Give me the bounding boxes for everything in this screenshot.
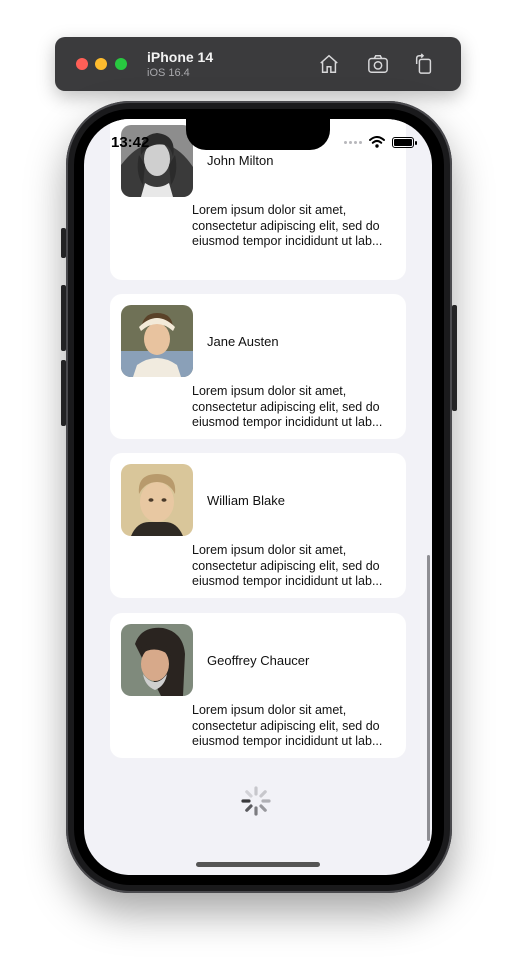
author-description: Lorem ipsum dolor sit amet, consectetur … — [192, 384, 383, 429]
list-item[interactable]: William Blake Lorem ipsum dolor sit amet… — [110, 453, 406, 598]
author-name: Geoffrey Chaucer — [207, 653, 310, 668]
list-item[interactable]: Jane Austen Lorem ipsum dolor sit amet, … — [110, 294, 406, 439]
os-version: iOS 16.4 — [147, 67, 190, 79]
home-button[interactable] — [316, 51, 342, 77]
notch — [186, 119, 330, 150]
status-icons — [344, 136, 417, 148]
rotate-icon — [415, 53, 432, 74]
author-name: Jane Austen — [207, 334, 279, 349]
author-description: Lorem ipsum dolor sit amet, consectetur … — [192, 203, 383, 248]
wifi-icon — [369, 136, 385, 148]
author-name: John Milton — [207, 153, 274, 168]
author-name: William Blake — [207, 493, 286, 508]
device-name: iPhone 14 — [147, 49, 214, 65]
scrollbar[interactable] — [427, 555, 430, 841]
power-button — [452, 305, 457, 411]
status-time: 13:42 — [111, 134, 150, 151]
list-item[interactable]: Geoffrey Chaucer Lorem ipsum dolor sit a… — [110, 613, 406, 758]
minimize-window-button[interactable] — [95, 58, 107, 70]
author-description: Lorem ipsum dolor sit amet, consectetur … — [192, 703, 383, 748]
battery-icon — [392, 136, 417, 148]
screenshot-button[interactable] — [365, 51, 391, 77]
screenshot-icon — [368, 55, 388, 73]
home-indicator[interactable] — [196, 862, 320, 867]
zoom-window-button[interactable] — [115, 58, 127, 70]
home-icon — [320, 54, 338, 73]
author-description: Lorem ipsum dolor sit amet, consectetur … — [192, 543, 383, 588]
author-portrait — [121, 464, 193, 536]
loading-spinner-icon — [241, 786, 271, 816]
phone-screen: 13:42 John Milton Lorem ipsum dolor sit … — [84, 119, 432, 875]
signal-dots-icon — [344, 140, 362, 144]
rotate-button[interactable] — [411, 51, 437, 77]
author-portrait — [121, 624, 193, 696]
simulator-title-bar: iPhone 14 iOS 16.4 — [55, 37, 461, 91]
author-portrait — [121, 305, 193, 377]
close-window-button[interactable] — [76, 58, 88, 70]
